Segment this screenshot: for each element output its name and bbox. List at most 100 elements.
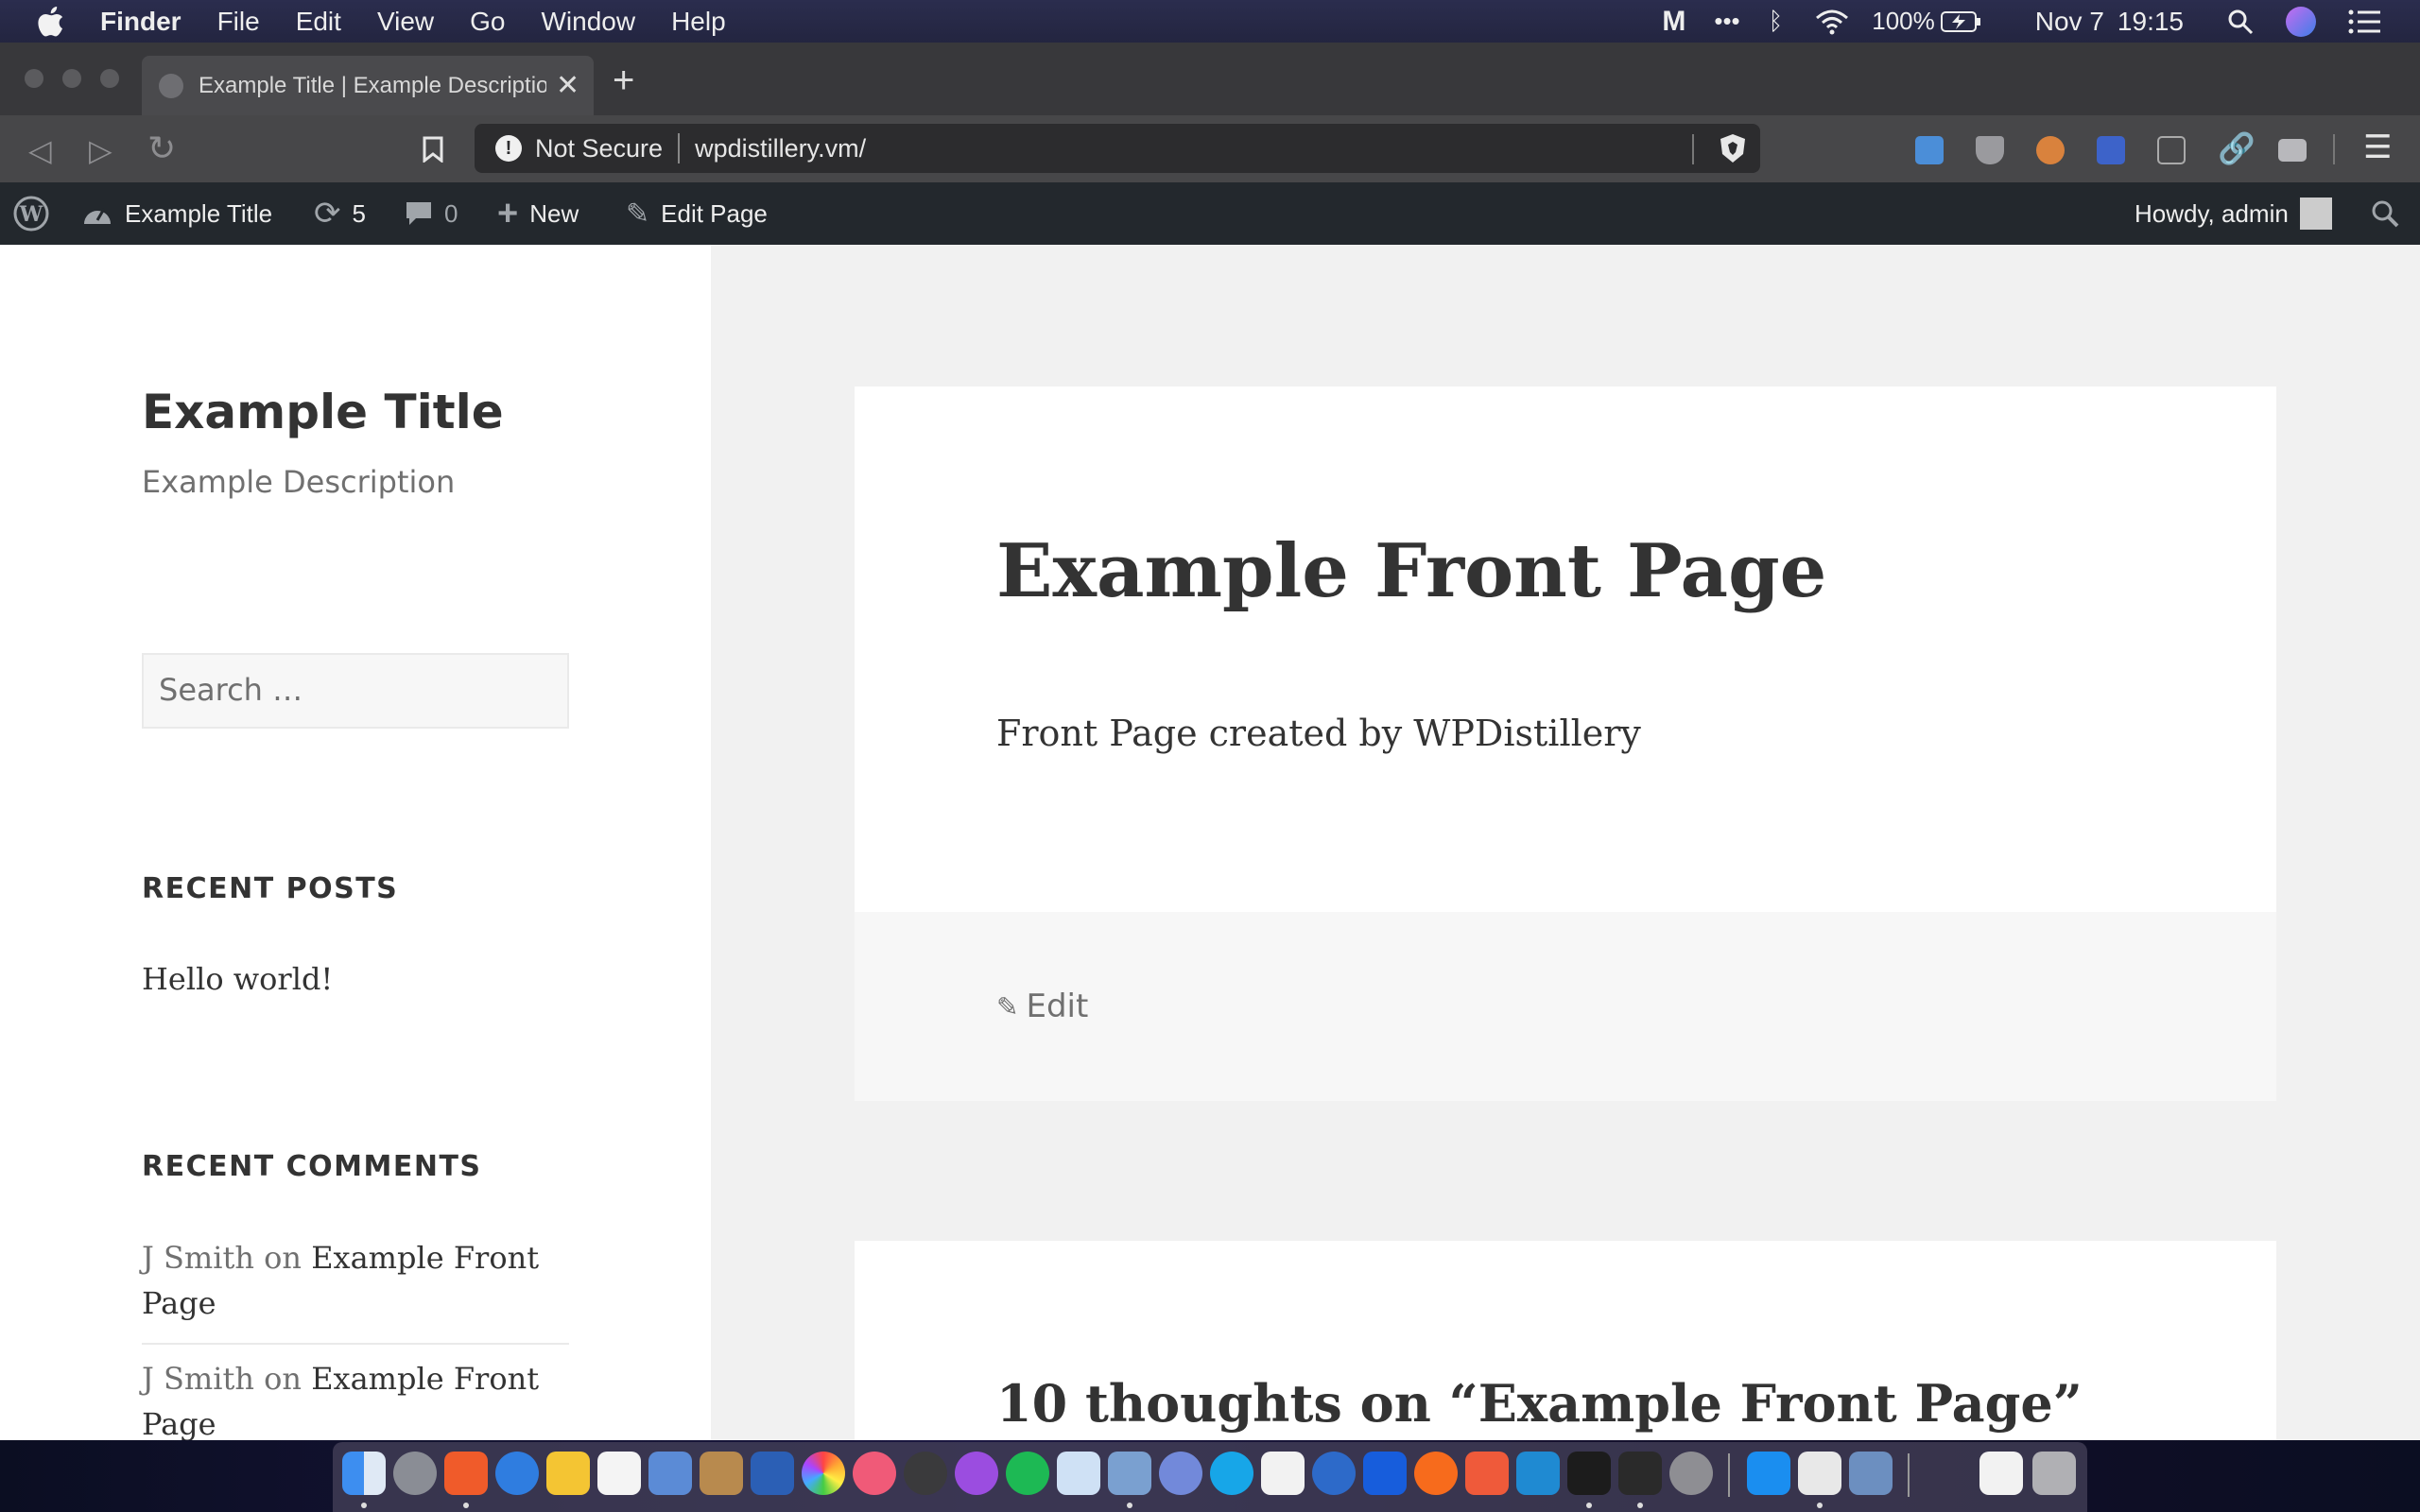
dock-separator [1908,1453,1910,1497]
mail-client-icon[interactable] [495,1452,539,1495]
calendar-icon[interactable] [597,1452,641,1495]
wordpress-logo-icon[interactable]: W [13,182,49,245]
toolbar-divider [1692,134,1694,164]
address-divider [678,133,681,163]
archive-icon[interactable] [700,1452,743,1495]
photos-icon[interactable] [802,1452,845,1495]
entry-footer: ✎ Edit [855,912,2276,1101]
more-dots-icon[interactable]: ••• [1714,7,1739,36]
preview-icon[interactable] [648,1452,692,1495]
url-text[interactable]: wpdistillery.vm/ [695,134,866,163]
trash-icon[interactable] [2032,1452,2076,1495]
menu-view[interactable]: View [377,7,434,37]
music-icon[interactable] [853,1452,896,1495]
podcasts-icon[interactable] [955,1452,998,1495]
discord-icon[interactable] [1159,1452,1202,1495]
search-input[interactable]: Search … [142,653,569,729]
forward-icon[interactable]: ▷ [89,132,112,168]
window-zoom-button[interactable] [100,69,119,88]
virtualbox-icon[interactable] [1108,1452,1151,1495]
quicktime-icon[interactable] [904,1452,947,1495]
page-article: Example Front Page Front Page created by… [855,387,2276,912]
admin-updates-link[interactable]: ⟳ 5 [314,182,366,245]
documents-stack-icon[interactable] [1979,1452,2023,1495]
brave-shield-icon[interactable] [1719,133,1747,163]
admin-site-link[interactable]: Example Title [81,182,272,245]
word-icon[interactable] [751,1452,794,1495]
admin-edit-page-link[interactable]: ✎ Edit Page [626,182,768,245]
bulb-app-icon[interactable] [546,1452,590,1495]
battery-percent: 100% [1872,7,1935,35]
bluetooth-icon[interactable]: ᛒ [1769,7,1784,36]
menu-app-name[interactable]: Finder [100,7,182,37]
recent-post-link[interactable]: Hello world! [142,961,333,997]
comments-count: 0 [444,198,458,228]
brave-icon[interactable] [444,1452,488,1495]
pencil-icon: ✎ [626,198,650,230]
menu-file[interactable]: File [217,7,260,37]
browser-tab[interactable]: Example Title | Example Description ✕ [142,56,594,115]
link-icon[interactable]: 🔗 [2218,130,2256,166]
browser-menu-icon[interactable]: ☰ [2363,129,2392,166]
clock-date[interactable]: Nov 7 [2035,7,2104,37]
activity-monitor-icon[interactable] [1618,1452,1662,1495]
close-tab-icon[interactable]: ✕ [556,69,579,102]
tab-title: Example Title | Example Description [199,72,546,98]
slack-icon[interactable] [1261,1452,1305,1495]
updates-count: 5 [352,198,366,228]
w-app-icon[interactable] [1312,1452,1356,1495]
firefox-icon[interactable] [1414,1452,1458,1495]
battery-icon[interactable] [1940,10,1982,33]
comment-author: J Smith [142,1361,254,1397]
notification-center-icon[interactable] [2348,9,2380,34]
terminal-icon[interactable] [1567,1452,1611,1495]
css-extension-icon[interactable] [2278,139,2307,162]
wifi-icon[interactable] [1815,9,1849,35]
admin-comments-link[interactable]: 0 [405,182,458,245]
vscode-icon[interactable] [1516,1452,1560,1495]
extension-book-icon[interactable] [2097,136,2125,164]
window-close-button[interactable] [25,69,43,88]
preview-window-icon[interactable] [1849,1452,1893,1495]
browser-tab-strip: Example Title | Example Description ✕ + [0,43,2420,115]
bitwarden-icon[interactable] [1363,1452,1407,1495]
screenshot-window-icon[interactable] [1798,1452,1841,1495]
admin-search-icon[interactable] [2371,182,2399,245]
menu-go[interactable]: Go [470,7,505,37]
malwarebytes-icon[interactable]: M [1662,6,1685,38]
milk-icon[interactable] [1057,1452,1100,1495]
launchpad-icon[interactable] [393,1452,437,1495]
reload-icon[interactable]: ↻ [147,129,176,168]
edit-link[interactable]: ✎ Edit [996,988,1088,1025]
macos-menu-bar: Finder File Edit View Go Window Help M •… [0,0,2420,43]
menu-window[interactable]: Window [541,7,635,37]
reader-mode-icon[interactable] [2157,136,2186,164]
siri-icon[interactable] [2286,6,2316,37]
address-bar[interactable]: ! Not Secure wpdistillery.vm/ [475,124,1760,173]
spotify-icon[interactable] [1006,1452,1049,1495]
back-icon[interactable]: ◁ [28,132,52,168]
system-preferences-icon[interactable] [1669,1452,1713,1495]
new-tab-button[interactable]: + [613,60,634,102]
bookmark-icon[interactable] [422,136,444,163]
ublock-icon[interactable] [1976,136,2004,164]
apple-icon[interactable] [38,6,66,37]
site-sidebar: Example Title Example Description Search… [0,245,711,1442]
extension-bookmark-icon[interactable] [1915,136,1944,164]
skype-icon[interactable] [1210,1452,1253,1495]
edit-page-label: Edit Page [661,198,768,228]
clock-time[interactable]: 19:15 [2118,7,2184,37]
admin-new-link[interactable]: + New [497,182,579,245]
site-title[interactable]: Example Title [142,385,504,439]
app-store-icon[interactable] [1747,1452,1790,1495]
admin-account-menu[interactable]: Howdy, admin [2135,182,2332,245]
security-label[interactable]: Not Secure [535,134,663,163]
spotlight-icon[interactable] [2227,9,2254,35]
warning-icon[interactable]: ! [495,135,522,162]
menu-help[interactable]: Help [671,7,726,37]
git-app-icon[interactable] [1465,1452,1509,1495]
menu-edit[interactable]: Edit [296,7,341,37]
finder-icon[interactable] [342,1452,386,1495]
window-minimize-button[interactable] [62,69,81,88]
extension-glasses-icon[interactable] [2036,136,2065,164]
